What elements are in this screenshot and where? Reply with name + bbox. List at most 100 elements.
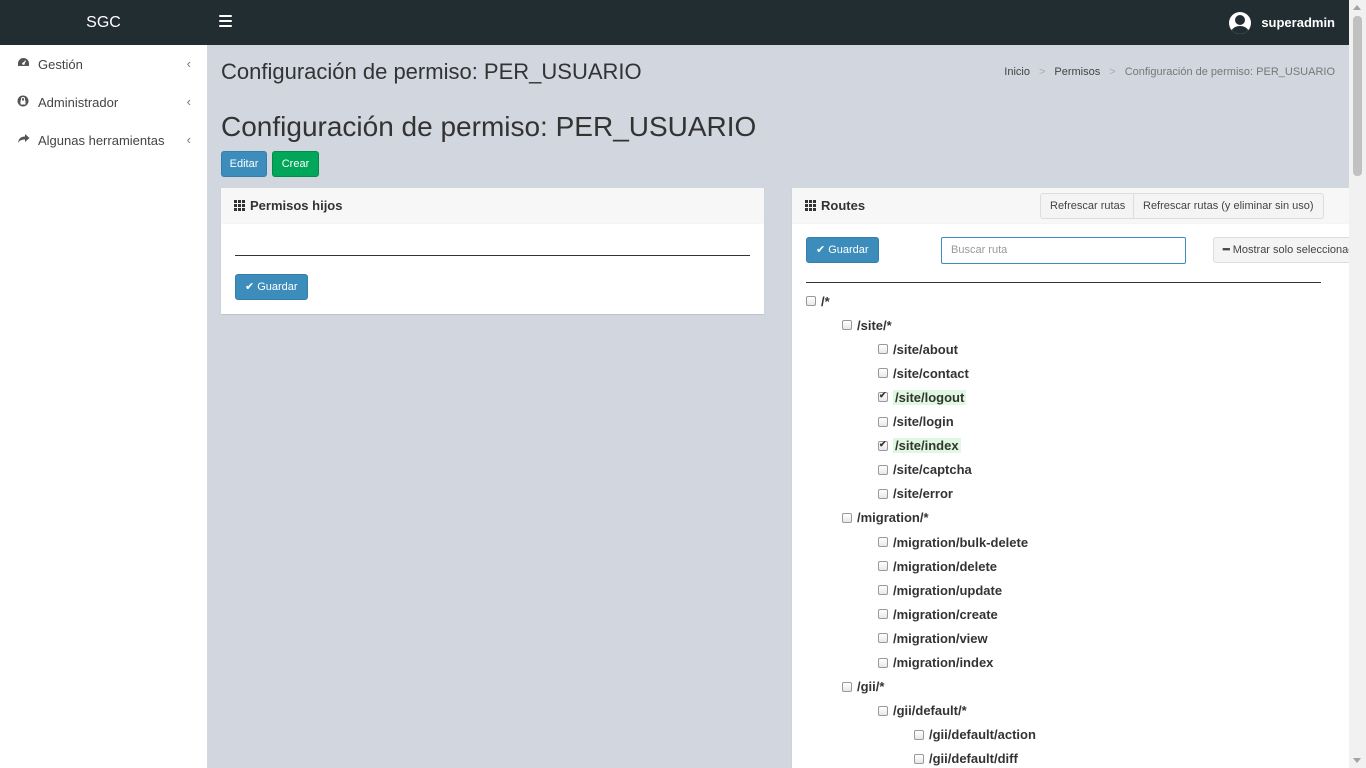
search-route-input[interactable]: Buscar ruta — [941, 237, 1186, 264]
route-item: /site/index — [878, 436, 961, 456]
panel-title: Permisos hijos — [250, 198, 343, 213]
route-item: /site/* — [842, 315, 892, 335]
route-checkbox[interactable] — [878, 390, 888, 403]
grid-icon — [805, 200, 816, 211]
route-item: /migration/bulk-delete — [878, 532, 1028, 552]
route-item: /migration/delete — [878, 556, 997, 576]
save-button[interactable]: ✔ Guardar — [806, 237, 879, 263]
refresh-delete-routes-button[interactable]: Refrescar rutas (y eliminar sin uso) — [1133, 193, 1324, 219]
check-icon: ✔ — [816, 244, 826, 256]
route-item: /gii/default/diff — [914, 749, 1018, 768]
breadcrumb: Inicio > Permisos > Configuración de per… — [1004, 66, 1335, 78]
route-checkbox[interactable] — [842, 512, 852, 523]
route-checkbox[interactable] — [878, 705, 888, 716]
show-selected-label: Mostrar solo seleccionados — [1232, 244, 1349, 256]
sidebar-item-gestion[interactable]: Gestión ‹ — [0, 45, 207, 83]
dashboard-icon — [16, 57, 30, 71]
scroll-up-icon[interactable] — [1353, 5, 1361, 10]
route-label: /* — [821, 293, 830, 309]
route-checkbox[interactable] — [878, 439, 888, 451]
scroll-down-icon[interactable] — [1353, 758, 1361, 763]
route-label: /gii/* — [857, 679, 885, 695]
route-item: /site/error — [878, 484, 953, 504]
route-item: /migration/create — [878, 604, 998, 624]
route-item: /migration/view — [878, 628, 988, 648]
route-checkbox[interactable] — [914, 729, 924, 740]
route-item: /site/captcha — [878, 460, 972, 480]
route-label: /migration/update — [893, 582, 1003, 598]
route-label: /gii/default/* — [893, 703, 967, 719]
route-item: /migration/* — [842, 508, 929, 528]
route-checkbox[interactable] — [878, 416, 888, 427]
page-scrollbar[interactable] — [1349, 0, 1366, 768]
route-label: /site/contact — [893, 365, 969, 381]
route-label: /site/logout — [893, 389, 967, 405]
refresh-routes-button[interactable]: Refrescar rutas — [1040, 193, 1136, 219]
route-checkbox[interactable] — [806, 296, 816, 306]
sidebar-item-administrador[interactable]: Administrador ‹ — [0, 83, 207, 121]
save-button[interactable]: ✔ Guardar — [235, 274, 308, 300]
route-checkbox[interactable] — [878, 585, 888, 596]
panel-title: Routes — [821, 198, 866, 213]
chevron-left-icon: ‹ — [186, 94, 191, 109]
route-label: /migration/index — [893, 655, 994, 670]
user-menu[interactable]: superadmin — [1229, 0, 1335, 45]
minus-icon: ━ — [1223, 244, 1230, 256]
sidebar-item-label: Algunas herramientas — [38, 132, 165, 148]
avatar — [1229, 11, 1252, 34]
scroll-thumb[interactable] — [1353, 16, 1362, 176]
routes-panel: Routes Refrescar rutas Refrescar rutas (… — [792, 187, 1349, 768]
route-item: /gii/default/action — [914, 725, 1036, 745]
route-item: /* — [806, 291, 830, 311]
page-header-title: Configuración de permiso: PER_USUARIO — [221, 59, 642, 84]
divider — [806, 282, 1321, 283]
route-checkbox[interactable] — [878, 344, 888, 355]
route-label: /migration/view — [893, 630, 988, 646]
sidebar: Gestión ‹ Administrador ‹ Algunas herram… — [0, 45, 207, 768]
route-item: /migration/index — [878, 653, 993, 673]
route-checkbox[interactable] — [914, 753, 924, 764]
show-selected-button[interactable]: ━ Mostrar solo seleccionados — [1213, 237, 1349, 263]
lock-icon — [16, 95, 30, 110]
create-button[interactable]: Crear — [272, 151, 319, 177]
route-checkbox[interactable] — [878, 537, 888, 547]
user-name: superadmin — [1261, 15, 1335, 30]
sidebar-toggle-icon[interactable] — [219, 15, 232, 27]
breadcrumb-separator: > — [1038, 66, 1046, 78]
route-item: /site/login — [878, 412, 954, 432]
route-item: /site/contact — [878, 363, 969, 383]
app-logo[interactable]: SGC — [0, 0, 207, 45]
breadcrumb-link-inicio[interactable]: Inicio — [1004, 66, 1030, 78]
save-label: Guardar — [828, 244, 869, 256]
route-label: /gii/default/action — [929, 727, 1036, 743]
share-icon — [16, 133, 30, 147]
route-checkbox[interactable] — [878, 464, 888, 475]
route-checkbox[interactable] — [878, 657, 888, 668]
route-checkbox[interactable] — [878, 368, 888, 379]
breadcrumb-separator: > — [1109, 66, 1116, 78]
edit-button[interactable]: Editar — [221, 151, 267, 177]
route-item: /migration/update — [878, 580, 1002, 600]
route-item: /gii/default/* — [878, 701, 967, 721]
save-label: Guardar — [257, 281, 298, 293]
route-label: /migration/bulk-delete — [893, 534, 1029, 550]
check-icon: ✔ — [245, 281, 255, 293]
route-checkbox[interactable] — [878, 609, 888, 620]
route-checkbox[interactable] — [842, 681, 852, 692]
route-label: /site/* — [857, 317, 892, 333]
route-checkbox[interactable] — [878, 561, 888, 572]
sidebar-item-herramientas[interactable]: Algunas herramientas ‹ — [0, 121, 207, 159]
child-permissions-panel: Permisos hijos ✔ Guardar — [221, 187, 764, 314]
route-item: /gii/* — [842, 677, 884, 697]
route-label: /site/index — [893, 438, 961, 454]
route-item: /site/logout — [878, 387, 967, 407]
panel-header: Permisos hijos — [221, 188, 764, 224]
route-checkbox[interactable] — [878, 488, 888, 499]
route-item: /site/about — [878, 339, 958, 359]
route-checkbox[interactable] — [842, 320, 852, 331]
sidebar-item-label: Gestión — [38, 56, 83, 72]
route-checkbox[interactable] — [878, 633, 888, 644]
main-content: Configuración de permiso: PER_USUARIO In… — [207, 45, 1349, 768]
route-label: /gii/default/diff — [929, 751, 1018, 767]
breadcrumb-link-permisos[interactable]: Permisos — [1054, 66, 1100, 78]
